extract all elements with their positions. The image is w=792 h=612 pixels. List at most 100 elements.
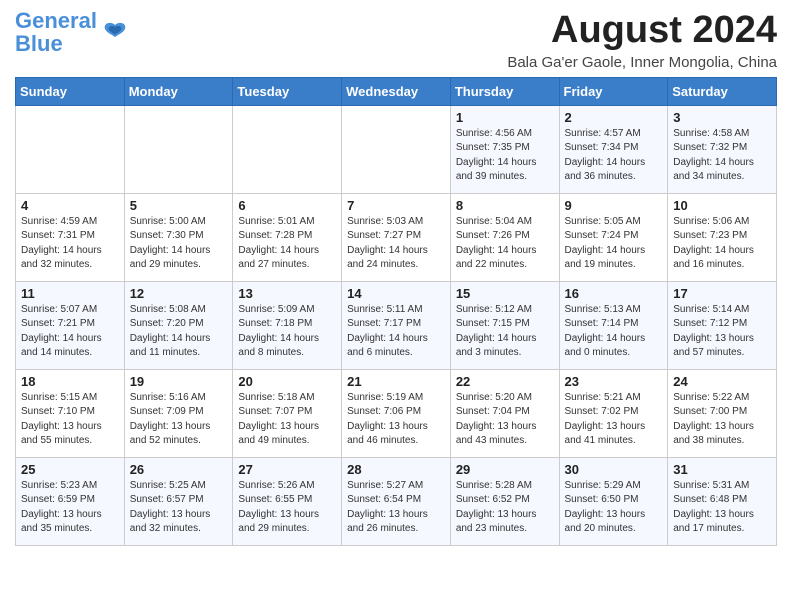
calendar-cell: 29Sunrise: 5:28 AM Sunset: 6:52 PM Dayli… [450,457,559,545]
day-number: 14 [347,286,445,301]
day-info: Sunrise: 5:13 AM Sunset: 7:14 PM Dayligh… [565,303,663,361]
calendar-cell: 8 Sunrise: 5:04 AM Sunset: 7:26 PM Daylig… [450,193,559,281]
logo-line1: General [15,8,97,33]
header: General Blue August 2024 Bala Ga'er Gaol… [15,10,777,71]
day-info: Sunrise: 4:57 AM Sunset: 7:34 PM Dayligh… [565,127,663,185]
calendar-cell: 9Sunrise: 5:05 AM Sunset: 7:24 PM Daylig… [559,193,668,281]
weekday-header-thursday: Thursday [450,77,559,105]
weekday-header-monday: Monday [124,77,233,105]
day-number: 22 [456,374,554,389]
calendar-cell [124,105,233,193]
day-info: Sunrise: 5:15 AM Sunset: 7:10 PM Dayligh… [21,391,119,449]
weekday-header-tuesday: Tuesday [233,77,342,105]
day-info: Sunrise: 5:18 AM Sunset: 7:07 PM Dayligh… [238,391,336,449]
day-info: Sunrise: 5:06 AM Sunset: 7:23 PM Dayligh… [673,215,771,273]
calendar-cell: 26 Sunrise: 5:25 AM Sunset: 6:57 PM Dayli… [124,457,233,545]
weekday-header-saturday: Saturday [668,77,777,105]
calendar-title: August 2024 [507,10,777,52]
day-number: 19 [130,374,228,389]
calendar-cell: 12Sunrise: 5:08 AM Sunset: 7:20 PM Dayli… [124,281,233,369]
logo-line2: Blue [15,31,63,56]
day-info: Sunrise: 5:04 AM Sunset: 7:26 PM Dayligh… [456,215,554,273]
day-info: Sunrise: 5:25 AM Sunset: 6:57 PM Dayligh… [130,479,228,537]
calendar-cell: 19 Sunrise: 5:16 AM Sunset: 7:09 PM Dayli… [124,369,233,457]
day-info: Sunrise: 4:56 AM Sunset: 7:35 PM Dayligh… [456,127,554,185]
day-info: Sunrise: 5:07 AM Sunset: 7:21 PM Dayligh… [21,303,119,361]
logo: General Blue [15,10,129,56]
day-number: 1 [456,110,554,125]
day-number: 11 [21,286,119,301]
day-info: Sunrise: 5:31 AM Sunset: 6:48 PM Dayligh… [673,479,771,537]
calendar-week-2: 4Sunrise: 4:59 AM Sunset: 7:31 PM Daylig… [16,193,777,281]
day-info: Sunrise: 5:22 AM Sunset: 7:00 PM Dayligh… [673,391,771,449]
day-number: 31 [673,462,771,477]
day-number: 10 [673,198,771,213]
calendar-week-3: 11 Sunrise: 5:07 AM Sunset: 7:21 PM Dayli… [16,281,777,369]
day-info: Sunrise: 5:20 AM Sunset: 7:04 PM Dayligh… [456,391,554,449]
calendar-cell: 4Sunrise: 4:59 AM Sunset: 7:31 PM Daylig… [16,193,125,281]
calendar-cell: 18Sunrise: 5:15 AM Sunset: 7:10 PM Dayli… [16,369,125,457]
calendar-cell: 3 Sunrise: 4:58 AM Sunset: 7:32 PM Daylig… [668,105,777,193]
day-info: Sunrise: 5:16 AM Sunset: 7:09 PM Dayligh… [130,391,228,449]
day-info: Sunrise: 5:26 AM Sunset: 6:55 PM Dayligh… [238,479,336,537]
day-info: Sunrise: 4:58 AM Sunset: 7:32 PM Dayligh… [673,127,771,185]
calendar-week-4: 18Sunrise: 5:15 AM Sunset: 7:10 PM Dayli… [16,369,777,457]
day-info: Sunrise: 5:19 AM Sunset: 7:06 PM Dayligh… [347,391,445,449]
calendar-cell: 6 Sunrise: 5:01 AM Sunset: 7:28 PM Daylig… [233,193,342,281]
logo-bird-icon [101,19,129,47]
calendar-week-5: 25Sunrise: 5:23 AM Sunset: 6:59 PM Dayli… [16,457,777,545]
day-number: 9 [565,198,663,213]
calendar-cell: 2Sunrise: 4:57 AM Sunset: 7:34 PM Daylig… [559,105,668,193]
day-info: Sunrise: 5:00 AM Sunset: 7:30 PM Dayligh… [130,215,228,273]
calendar-cell: 30 Sunrise: 5:29 AM Sunset: 6:50 PM Dayli… [559,457,668,545]
day-number: 15 [456,286,554,301]
weekday-header-friday: Friday [559,77,668,105]
calendar-cell: 10 Sunrise: 5:06 AM Sunset: 7:23 PM Dayli… [668,193,777,281]
calendar-cell [233,105,342,193]
day-number: 13 [238,286,336,301]
day-number: 3 [673,110,771,125]
calendar-cell: 14 Sunrise: 5:11 AM Sunset: 7:17 PM Dayli… [342,281,451,369]
day-info: Sunrise: 5:27 AM Sunset: 6:54 PM Dayligh… [347,479,445,537]
calendar-cell: 28Sunrise: 5:27 AM Sunset: 6:54 PM Dayli… [342,457,451,545]
calendar-cell: 11 Sunrise: 5:07 AM Sunset: 7:21 PM Dayli… [16,281,125,369]
calendar-cell: 7 Sunrise: 5:03 AM Sunset: 7:27 PM Daylig… [342,193,451,281]
day-number: 16 [565,286,663,301]
calendar-cell: 15 Sunrise: 5:12 AM Sunset: 7:15 PM Dayli… [450,281,559,369]
calendar-table: SundayMondayTuesdayWednesdayThursdayFrid… [15,77,777,546]
day-number: 26 [130,462,228,477]
day-number: 25 [21,462,119,477]
day-number: 21 [347,374,445,389]
calendar-cell: 21 Sunrise: 5:19 AM Sunset: 7:06 PM Dayli… [342,369,451,457]
day-info: Sunrise: 5:08 AM Sunset: 7:20 PM Dayligh… [130,303,228,361]
day-number: 8 [456,198,554,213]
weekday-header-row: SundayMondayTuesdayWednesdayThursdayFrid… [16,77,777,105]
calendar-cell: 24 Sunrise: 5:22 AM Sunset: 7:00 PM Dayli… [668,369,777,457]
calendar-cell: 5Sunrise: 5:00 AM Sunset: 7:30 PM Daylig… [124,193,233,281]
calendar-cell: 27 Sunrise: 5:26 AM Sunset: 6:55 PM Dayli… [233,457,342,545]
calendar-cell: 22 Sunrise: 5:20 AM Sunset: 7:04 PM Dayli… [450,369,559,457]
day-info: Sunrise: 5:14 AM Sunset: 7:12 PM Dayligh… [673,303,771,361]
day-info: Sunrise: 5:11 AM Sunset: 7:17 PM Dayligh… [347,303,445,361]
weekday-header-wednesday: Wednesday [342,77,451,105]
title-area: August 2024 Bala Ga'er Gaole, Inner Mong… [507,10,777,71]
calendar-cell [16,105,125,193]
day-number: 7 [347,198,445,213]
calendar-cell: 20 Sunrise: 5:18 AM Sunset: 7:07 PM Dayli… [233,369,342,457]
day-number: 30 [565,462,663,477]
day-number: 23 [565,374,663,389]
calendar-week-1: 1 Sunrise: 4:56 AM Sunset: 7:35 PM Daylig… [16,105,777,193]
calendar-cell: 23Sunrise: 5:21 AM Sunset: 7:02 PM Dayli… [559,369,668,457]
weekday-header-sunday: Sunday [16,77,125,105]
calendar-cell: 31 Sunrise: 5:31 AM Sunset: 6:48 PM Dayli… [668,457,777,545]
day-info: Sunrise: 5:03 AM Sunset: 7:27 PM Dayligh… [347,215,445,273]
day-info: Sunrise: 5:01 AM Sunset: 7:28 PM Dayligh… [238,215,336,273]
day-number: 20 [238,374,336,389]
day-number: 27 [238,462,336,477]
calendar-cell: 25Sunrise: 5:23 AM Sunset: 6:59 PM Dayli… [16,457,125,545]
day-info: Sunrise: 5:29 AM Sunset: 6:50 PM Dayligh… [565,479,663,537]
day-number: 24 [673,374,771,389]
calendar-cell [342,105,451,193]
day-number: 6 [238,198,336,213]
day-info: Sunrise: 5:12 AM Sunset: 7:15 PM Dayligh… [456,303,554,361]
